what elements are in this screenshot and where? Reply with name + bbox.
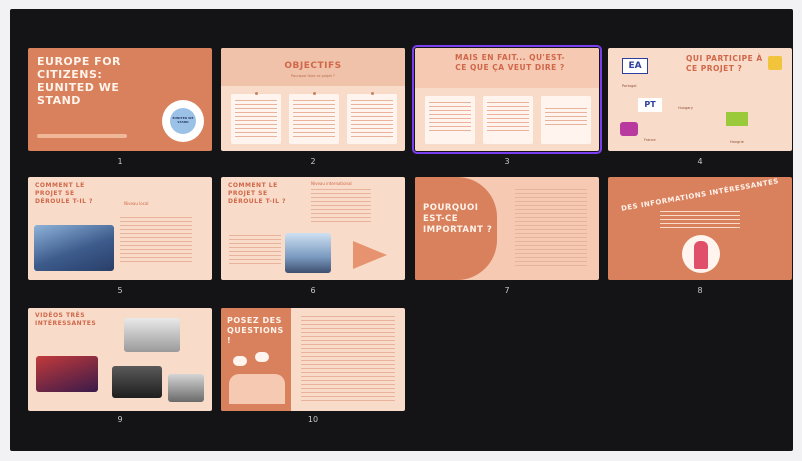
slide-caption-bar bbox=[37, 134, 127, 138]
slide-thumbnail-2[interactable]: Objectifs Pourquoi faire ce projet ? bbox=[221, 48, 405, 151]
slide-thumbnail-5[interactable]: Comment le projet se déroule t-il ? Nive… bbox=[28, 177, 212, 280]
slide-title: Mais en fait... qu'est-ce que ça veut di… bbox=[455, 53, 565, 72]
slide-thumbnail-10[interactable]: Posez des questions ! bbox=[221, 308, 405, 411]
slide-number: 1 bbox=[117, 157, 123, 166]
slide-title: Des informations intéressantes bbox=[620, 177, 780, 213]
slide-title: Qui participe à ce projet ? bbox=[686, 54, 763, 73]
card-text bbox=[235, 100, 277, 138]
dates-text bbox=[229, 235, 281, 265]
link-text bbox=[660, 211, 740, 229]
speech-bubble bbox=[255, 352, 269, 362]
slide-number: 5 bbox=[117, 286, 123, 295]
slide-title: Europe for citizens: Eunited we stand bbox=[37, 55, 122, 107]
pin-dot bbox=[313, 92, 316, 95]
slide-thumbnail-1[interactable]: Europe for citizens: Eunited we stand EU… bbox=[28, 48, 212, 151]
partner-logo-ea: EA bbox=[622, 58, 648, 74]
paper-plane-icon bbox=[353, 241, 387, 269]
video-thumbnail-3[interactable] bbox=[112, 366, 162, 398]
slide-number: 9 bbox=[117, 415, 123, 424]
slide-title: Comment le projet se déroule t-il ? bbox=[228, 182, 287, 205]
slide-subtitle: Pourquoi faire ce projet ? bbox=[291, 74, 335, 78]
slide-thumbnail-3[interactable]: Mais en fait... qu'est-ce que ça veut di… bbox=[412, 45, 602, 154]
speech-bubble bbox=[233, 356, 247, 366]
partner-logo-pt: PT bbox=[638, 98, 662, 112]
slide-number: 3 bbox=[504, 157, 510, 166]
country-label: Hungary bbox=[678, 106, 693, 110]
slide-title: Pourquoi est-ce important ? bbox=[423, 203, 493, 235]
section-tag: Niveau international bbox=[311, 181, 352, 186]
card-text bbox=[487, 102, 529, 132]
card-text bbox=[293, 100, 335, 138]
video-thumbnail-2[interactable] bbox=[36, 356, 98, 392]
slide-thumbnail-9[interactable]: Vidéos très intéressantes bbox=[28, 308, 212, 411]
video-thumbnail-4[interactable] bbox=[168, 374, 204, 402]
logo-text: EUNITED WE STAND bbox=[172, 116, 194, 124]
pin-dot bbox=[255, 92, 258, 95]
reason-text bbox=[515, 189, 587, 269]
slide-thumbnail-8[interactable]: Des informations intéressantes bbox=[608, 177, 792, 280]
slide-thumbnail-6[interactable]: Comment le projet se déroule t-il ? Nive… bbox=[221, 177, 405, 280]
slide-title: Vidéos très intéressantes bbox=[35, 312, 97, 327]
slide-number: 6 bbox=[310, 286, 316, 295]
building-photo bbox=[285, 233, 331, 273]
partner-logo-yellow bbox=[768, 56, 782, 70]
card-text bbox=[351, 100, 393, 138]
video-thumbnail-1[interactable] bbox=[124, 318, 180, 352]
slide-number: 8 bbox=[697, 286, 703, 295]
slide-title: Objectifs bbox=[284, 61, 342, 71]
card-text bbox=[545, 108, 587, 128]
slide-number: 4 bbox=[697, 157, 703, 166]
slide-thumbnail-7[interactable]: Pourquoi est-ce important ? bbox=[415, 177, 599, 280]
group-photo bbox=[34, 225, 114, 271]
person-illustration bbox=[694, 241, 708, 269]
slide-number: 2 bbox=[310, 157, 316, 166]
card-text bbox=[429, 102, 471, 132]
slide-title: Posez des questions ! bbox=[227, 316, 284, 345]
pin-dot bbox=[371, 92, 374, 95]
partner-logo-green bbox=[726, 112, 748, 126]
country-label: France bbox=[644, 138, 656, 142]
country-label: Hongrie bbox=[730, 140, 744, 144]
slide-number: 7 bbox=[504, 286, 510, 295]
country-label: Portugal bbox=[622, 84, 637, 88]
slide-number: 10 bbox=[307, 415, 319, 424]
section-tag: Niveau local bbox=[124, 201, 149, 206]
bullet-text bbox=[120, 217, 192, 265]
partner-logo-pink bbox=[620, 122, 638, 136]
question-text bbox=[301, 316, 395, 402]
people-illustration bbox=[229, 374, 285, 404]
slide-thumbnail-4[interactable]: Qui participe à ce projet ? EA PT Portug… bbox=[608, 48, 792, 151]
bullet-text bbox=[311, 189, 371, 225]
slide-title: Comment le projet se déroule t-il ? bbox=[35, 182, 94, 205]
